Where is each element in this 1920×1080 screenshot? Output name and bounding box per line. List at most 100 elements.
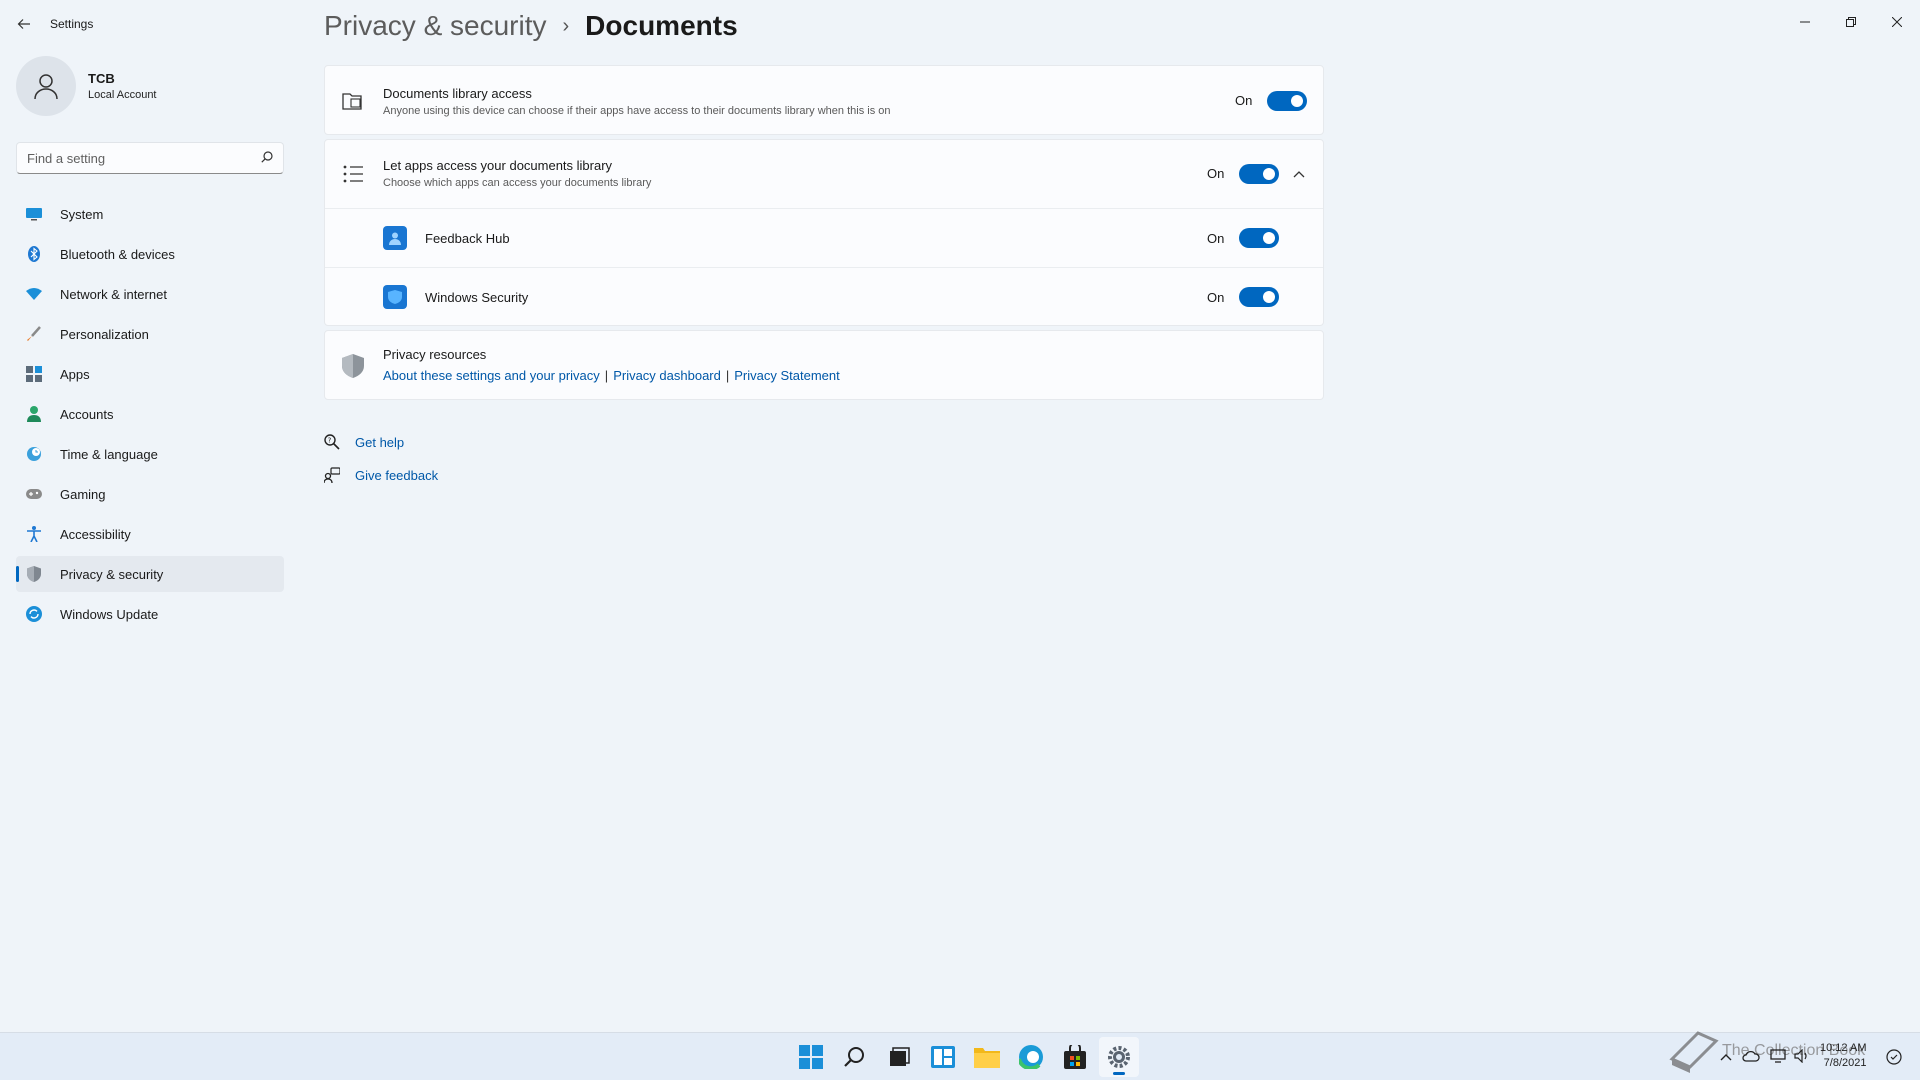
search-icon xyxy=(844,1047,864,1067)
app-row-feedback-hub: Feedback Hub On xyxy=(325,209,1323,267)
search-box[interactable] xyxy=(16,142,284,174)
get-help-label[interactable]: Get help xyxy=(355,435,404,450)
sidebar-item-gaming[interactable]: Gaming xyxy=(16,476,284,512)
sidebar-item-label: Accessibility xyxy=(60,526,131,542)
svg-text:?: ? xyxy=(328,437,332,445)
minimize-icon xyxy=(1800,21,1810,23)
link-separator: | xyxy=(604,368,609,383)
taskbar-search-button[interactable] xyxy=(835,1037,875,1077)
back-button[interactable] xyxy=(12,12,36,36)
clock[interactable]: 10:12 AM 7/8/2021 xyxy=(1820,1041,1866,1071)
sidebar-nav: System Bluetooth & devices Network & int… xyxy=(16,196,284,636)
windows-security-icon xyxy=(383,285,407,309)
task-view-icon xyxy=(890,1047,910,1066)
sidebar-item-label: Privacy & security xyxy=(60,566,164,582)
notification-button[interactable] xyxy=(1886,1033,1902,1080)
privacy-dashboard-link[interactable]: Privacy dashboard xyxy=(613,368,721,383)
gear-icon xyxy=(1108,1046,1130,1068)
let-apps-title: Let apps access your documents library xyxy=(383,158,613,173)
give-feedback-label[interactable]: Give feedback xyxy=(355,468,438,483)
shield-icon xyxy=(26,566,42,582)
user-profile[interactable]: TCB Local Account xyxy=(16,56,157,116)
gamepad-icon xyxy=(26,486,42,502)
title-bar: Settings xyxy=(0,0,1920,48)
bluetooth-icon xyxy=(26,246,42,262)
task-view-button[interactable] xyxy=(879,1037,919,1077)
feedback-hub-toggle[interactable] xyxy=(1239,228,1279,248)
sidebar-item-time-language[interactable]: Time & language xyxy=(16,436,284,472)
search-icon[interactable] xyxy=(261,150,273,166)
sidebar-item-network[interactable]: Network & internet xyxy=(16,276,284,312)
sidebar-item-personalization[interactable]: Personalization xyxy=(16,316,284,352)
let-apps-toggle[interactable] xyxy=(1239,164,1279,184)
clock-date: 7/8/2021 xyxy=(1823,1057,1867,1069)
privacy-statement-link[interactable]: Privacy Statement xyxy=(734,368,840,383)
library-access-toggle[interactable] xyxy=(1267,91,1307,111)
sidebar-item-system[interactable]: System xyxy=(16,196,284,232)
feedback-hub-state: On xyxy=(1207,231,1225,246)
sidebar-item-accounts[interactable]: Accounts xyxy=(16,396,284,432)
file-explorer-button[interactable] xyxy=(967,1037,1007,1077)
restore-icon xyxy=(1846,17,1856,27)
cloud-icon[interactable] xyxy=(1742,1050,1760,1065)
person-icon xyxy=(34,74,58,100)
edge-button[interactable] xyxy=(1011,1037,1051,1077)
library-access-state: On xyxy=(1235,93,1253,108)
sidebar-item-label: Bluetooth & devices xyxy=(60,246,175,262)
folder-docs-icon xyxy=(341,89,365,113)
account-type: Local Account xyxy=(88,89,157,101)
folder-icon xyxy=(974,1048,1000,1068)
breadcrumb-parent[interactable]: Privacy & security xyxy=(324,10,547,42)
avatar xyxy=(16,56,76,116)
sidebar-item-label: Accounts xyxy=(60,406,114,422)
sidebar-item-label: Network & internet xyxy=(60,286,167,302)
settings-taskbar-button[interactable] xyxy=(1099,1037,1139,1077)
app-name: Feedback Hub xyxy=(425,231,510,246)
give-feedback-link[interactable]: Give feedback xyxy=(324,467,438,483)
let-apps-state: On xyxy=(1207,166,1225,181)
clock-time: 10:12 AM xyxy=(1820,1042,1867,1054)
widgets-button[interactable] xyxy=(923,1037,963,1077)
sidebar-item-windows-update[interactable]: Windows Update xyxy=(16,596,284,632)
store-icon xyxy=(1064,1045,1086,1069)
link-separator: | xyxy=(725,368,730,383)
library-access-card: Documents library access Anyone using th… xyxy=(324,65,1324,135)
store-button[interactable] xyxy=(1055,1037,1095,1077)
maximize-button[interactable] xyxy=(1828,6,1874,38)
sidebar-item-label: Time & language xyxy=(60,446,158,462)
breadcrumb: Privacy & security › Documents xyxy=(324,10,738,42)
sidebar-item-bluetooth[interactable]: Bluetooth & devices xyxy=(16,236,284,272)
book-icon xyxy=(1669,1031,1719,1073)
windows-security-state: On xyxy=(1207,290,1225,305)
privacy-resources-title: Privacy resources xyxy=(383,347,487,362)
sidebar: TCB Local Account System Bluetooth & dev… xyxy=(0,48,300,1028)
apps-icon xyxy=(26,366,42,382)
chevron-up-icon[interactable] xyxy=(1287,162,1311,186)
windows-security-toggle[interactable] xyxy=(1239,287,1279,307)
minimize-button[interactable] xyxy=(1782,6,1828,38)
list-icon xyxy=(341,162,365,186)
user-name: TCB xyxy=(88,71,115,86)
breadcrumb-separator: › xyxy=(562,14,570,37)
volume-icon[interactable] xyxy=(1794,1048,1810,1066)
get-help-link[interactable]: ? Get help xyxy=(324,434,404,450)
sidebar-item-apps[interactable]: Apps xyxy=(16,356,284,392)
chevron-up-icon[interactable] xyxy=(1720,1050,1732,1064)
give-feedback-icon xyxy=(324,467,340,483)
sidebar-item-label: Gaming xyxy=(60,486,106,502)
sidebar-item-label: System xyxy=(60,206,104,222)
start-button[interactable] xyxy=(791,1037,831,1077)
close-button[interactable] xyxy=(1874,6,1920,38)
let-apps-row[interactable]: Let apps access your documents library C… xyxy=(325,140,1323,208)
sidebar-item-privacy-security[interactable]: Privacy & security xyxy=(16,556,284,592)
search-input[interactable] xyxy=(27,150,261,166)
about-privacy-link[interactable]: About these settings and your privacy xyxy=(383,368,600,383)
update-icon xyxy=(26,606,42,622)
edge-icon xyxy=(1019,1045,1043,1069)
library-access-description: Anyone using this device can choose if t… xyxy=(383,105,891,117)
privacy-resources-card: Privacy resources About these settings a… xyxy=(324,330,1324,400)
taskbar: The Collection Book 10:12 AM 7/8/2021 xyxy=(0,1031,1920,1080)
let-apps-description: Choose which apps can access your docume… xyxy=(383,177,652,189)
network-icon[interactable] xyxy=(1770,1048,1786,1066)
sidebar-item-accessibility[interactable]: Accessibility xyxy=(16,516,284,552)
